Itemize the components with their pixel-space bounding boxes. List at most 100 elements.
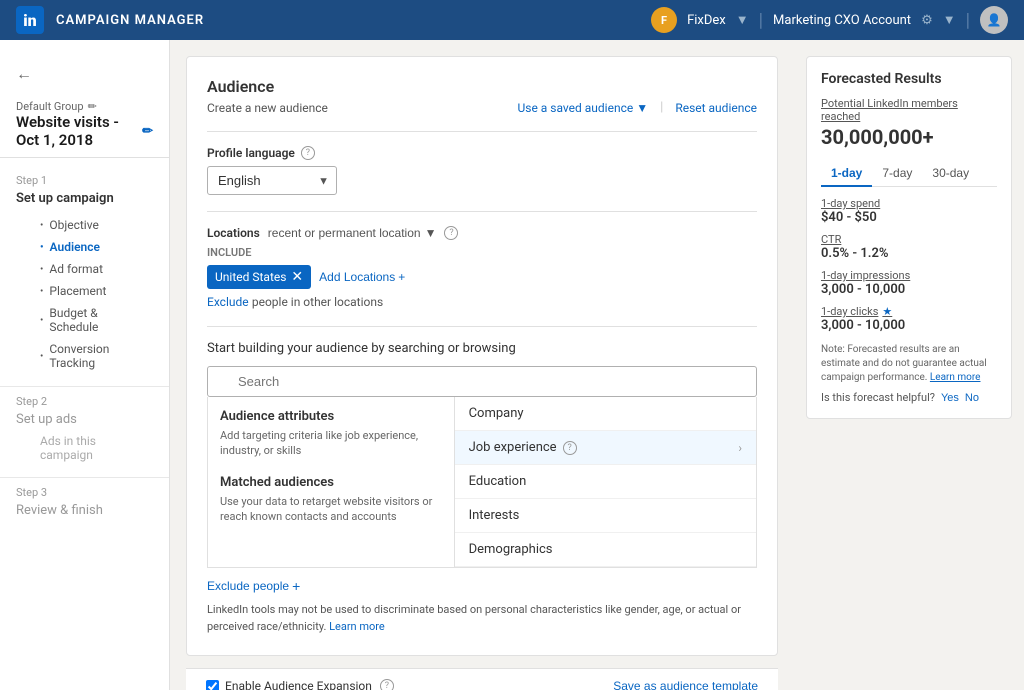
helpful-yes-button[interactable]: Yes (941, 392, 959, 404)
step1-section: Step 1 Set up campaign Objective Audienc… (0, 166, 169, 382)
app-title: CAMPAIGN MANAGER (56, 13, 204, 28)
profile-language-select-wrapper: English ▼ (207, 166, 337, 195)
top-nav: in CAMPAIGN MANAGER F FixDex ▼ | Marketi… (0, 0, 1024, 40)
edit-group-icon[interactable]: ✏ (88, 100, 97, 113)
location-tag-us: United States ✕ (207, 265, 311, 289)
marketing-account[interactable]: Marketing CXO Account (773, 13, 911, 28)
forecast-reach-label: Potential LinkedIn members reached (821, 97, 997, 123)
sidebar-item-placement[interactable]: Placement (16, 280, 153, 302)
job-experience-info-icon[interactable]: ? (563, 441, 577, 455)
account-icon: F (651, 7, 677, 33)
metric-ctr-value: 0.5% - 1.2% (821, 246, 997, 261)
exclude-row: Exclude people in other locations (207, 295, 757, 310)
sidebar-item-audience[interactable]: Audience (16, 236, 153, 258)
step3-section: Step 3 Review & finish (0, 477, 169, 530)
tab-30day[interactable]: 30-day (922, 161, 979, 187)
user-avatar[interactable]: 👤 (980, 6, 1008, 34)
helpful-row: Is this forecast helpful? Yes No (821, 391, 997, 404)
reset-audience-button[interactable]: Reset audience (675, 101, 757, 115)
metric-impressions-label: 1-day impressions (821, 269, 997, 282)
sidebar-item-ad-format[interactable]: Ad format (16, 258, 153, 280)
locations-info-icon[interactable]: ? (444, 226, 458, 240)
metric-impressions-value: 3,000 - 10,000 (821, 282, 997, 297)
menu-item-education[interactable]: Education (455, 465, 756, 499)
audience-right-panel: Company Job experience ? › Education (455, 397, 756, 567)
page-title: Website visits - Oct 1, 2018 ✏ (16, 113, 153, 149)
exclude-people-text: people in other locations (252, 295, 383, 309)
disclaimer-learn-more[interactable]: Learn more (329, 620, 385, 633)
forecast-learn-more[interactable]: Learn more (930, 372, 981, 383)
audience-title: Audience (207, 77, 757, 96)
remove-location-button[interactable]: ✕ (291, 269, 303, 285)
metric-ctr: CTR 0.5% - 1.2% (821, 233, 997, 261)
menu-item-interests[interactable]: Interests (455, 499, 756, 533)
audience-subtitle-row: Create a new audience Use a saved audien… (207, 100, 757, 115)
profile-language-label-row: Profile language ? (207, 146, 757, 160)
save-template-button[interactable]: Save as audience template (613, 679, 758, 690)
tab-7day[interactable]: 7-day (872, 161, 922, 187)
sidebar-item-objective[interactable]: Objective (16, 214, 153, 236)
sidebar-item-conversion[interactable]: Conversion Tracking (16, 338, 153, 374)
matched-audiences-desc: Use your data to retarget website visito… (220, 494, 442, 525)
chevron-right-icon: › (738, 441, 742, 455)
metric-spend: 1-day spend $40 - $50 (821, 197, 997, 225)
nav-separator-2: | (966, 10, 970, 31)
sidebar-item-ads[interactable]: Ads in this campaign (16, 431, 153, 465)
tab-1day[interactable]: 1-day (821, 161, 872, 187)
forecast-note: Note: Forecasted results are an estimate… (821, 343, 997, 385)
profile-language-select[interactable]: English (207, 166, 337, 195)
page-header: Default Group ✏ Website visits - Oct 1, … (0, 88, 169, 158)
location-type-button[interactable]: recent or permanent location ▼ (268, 226, 437, 240)
forecast-reach-value: 30,000,000+ (821, 125, 997, 149)
metric-ctr-label: CTR (821, 233, 997, 246)
sidebar: ← Default Group ✏ Website visits - Oct 1… (0, 40, 170, 690)
metric-clicks: 1-day clicks ★ 3,000 - 10,000 (821, 305, 997, 333)
use-saved-audience-button[interactable]: Use a saved audience ▼ (517, 101, 648, 115)
audience-attributes-title: Audience attributes (220, 409, 442, 424)
audience-card: Audience Create a new audience Use a sav… (186, 56, 778, 656)
search-section: Start building your audience by searchin… (207, 341, 757, 568)
exclude-people-button[interactable]: Exclude people + (207, 578, 300, 594)
audience-subtitle: Create a new audience (207, 101, 328, 115)
sidebar-item-budget[interactable]: Budget & Schedule (16, 302, 153, 338)
profile-language-info-icon[interactable]: ? (301, 146, 315, 160)
metric-spend-value: $40 - $50 (821, 210, 997, 225)
exclude-plus-icon: + (292, 578, 300, 594)
expansion-info-icon[interactable]: ? (380, 679, 394, 690)
content-area: Audience Create a new audience Use a sav… (170, 40, 794, 690)
locations-section: Locations recent or permanent location ▼… (207, 226, 757, 310)
menu-item-job-experience[interactable]: Job experience ? › (455, 431, 756, 465)
profile-language-label: Profile language (207, 146, 295, 160)
account-info: F FixDex ▼ | Marketing CXO Account ⚙ ▼ |… (651, 6, 1008, 34)
step2-title: Set up ads (16, 412, 153, 427)
matched-audiences-section: Matched audiences Use your data to retar… (220, 475, 442, 525)
metric-clicks-value: 3,000 - 10,000 (821, 318, 997, 333)
footer-row: Enable Audience Expansion ? Save as audi… (186, 668, 778, 690)
star-icon: ★ (882, 305, 892, 318)
search-wrapper: 🔍 (207, 366, 757, 397)
audience-left-panel: Audience attributes Add targeting criter… (208, 397, 455, 567)
forecast-card: Forecasted Results Potential LinkedIn me… (806, 56, 1012, 419)
matched-audiences-title: Matched audiences (220, 475, 442, 490)
enable-expansion-label[interactable]: Enable Audience Expansion (206, 679, 372, 690)
metric-spend-label: 1-day spend (821, 197, 997, 210)
audience-actions: Use a saved audience ▼ | Reset audience (517, 100, 757, 115)
enable-expansion-checkbox[interactable] (206, 680, 219, 690)
breadcrumb: Default Group ✏ (16, 100, 153, 113)
exclude-link[interactable]: Exclude (207, 295, 249, 309)
metric-clicks-label: 1-day clicks ★ (821, 305, 997, 318)
nav-separator: | (759, 10, 763, 31)
helpful-no-button[interactable]: No (965, 392, 979, 404)
forecast-panel: Forecasted Results Potential LinkedIn me… (794, 40, 1024, 690)
edit-title-icon[interactable]: ✏ (142, 124, 153, 139)
menu-item-demographics[interactable]: Demographics (455, 533, 756, 567)
add-locations-button[interactable]: Add Locations + (319, 270, 405, 284)
plus-icon: + (398, 270, 405, 284)
account-name[interactable]: FixDex (687, 13, 726, 28)
audience-table: Audience attributes Add targeting criter… (207, 397, 757, 568)
step1-label: Step 1 (16, 174, 153, 187)
include-label: INCLUDE (207, 246, 757, 259)
menu-item-company[interactable]: Company (455, 397, 756, 431)
back-button[interactable]: ← (0, 56, 169, 88)
search-input[interactable] (207, 366, 757, 397)
